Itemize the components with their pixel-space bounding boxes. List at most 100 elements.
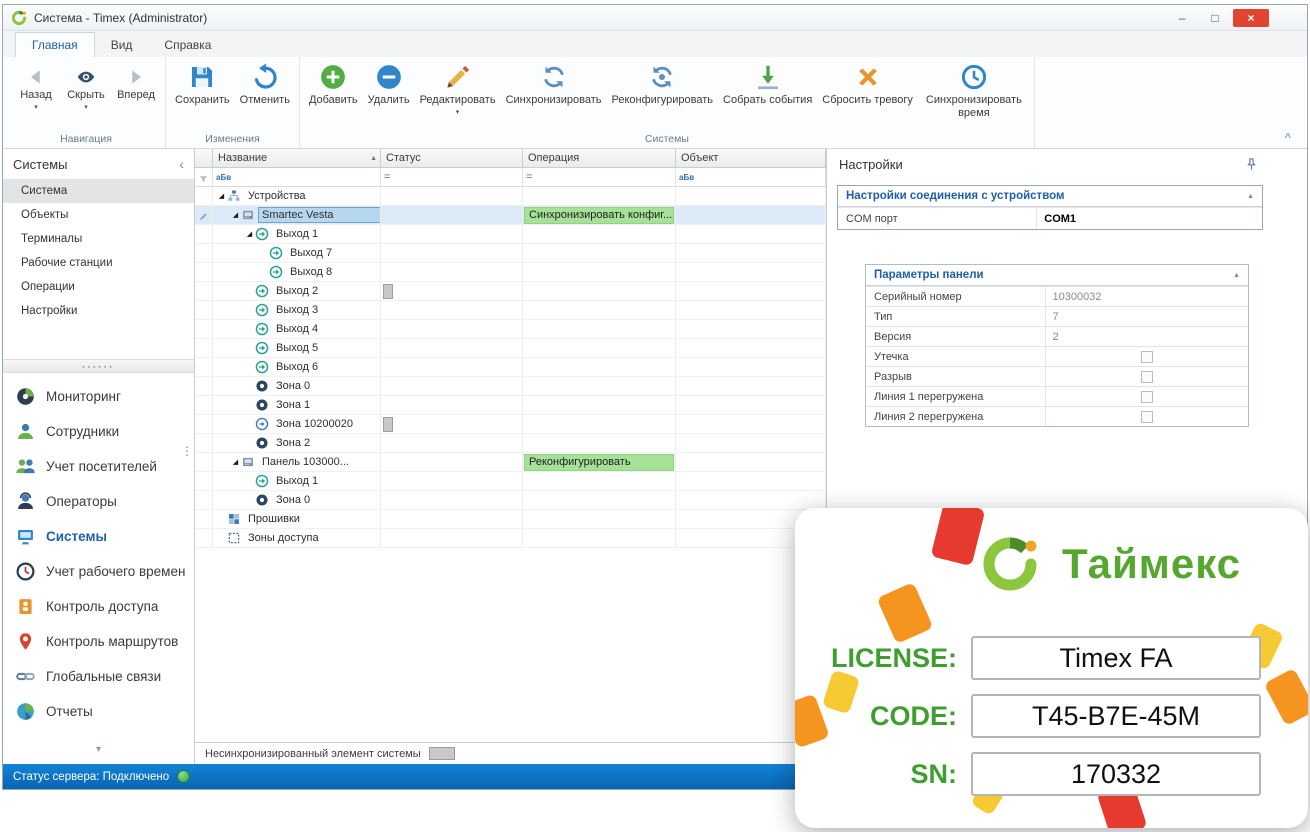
collapse-icon[interactable]: ▲ xyxy=(1247,193,1254,200)
property-value[interactable]: 7 xyxy=(1046,307,1248,326)
tree-row[interactable]: ◢Smartec VestaСинхронизировать конфиг... xyxy=(195,206,826,225)
sidebar-item[interactable]: Объекты xyxy=(3,203,194,227)
props-sections: Настройки соединения с устройством▲COM п… xyxy=(827,179,1307,427)
checkbox[interactable] xyxy=(1141,371,1153,383)
ribbon-button[interactable]: Назад▾ xyxy=(11,59,61,112)
property-value[interactable]: 2 xyxy=(1046,327,1248,346)
sidebar-overflow-chevron-icon[interactable]: ▾ xyxy=(3,744,194,764)
column-header[interactable]: Объект xyxy=(676,149,826,167)
status-cell xyxy=(381,434,523,452)
tree-row[interactable]: Выход 1 xyxy=(195,472,826,491)
module-item[interactable]: Контроль доступа xyxy=(3,589,194,624)
checkbox[interactable] xyxy=(1141,391,1153,403)
ribbon-button[interactable]: Вперед xyxy=(111,59,161,103)
module-item[interactable]: Контроль маршрутов xyxy=(3,624,194,659)
tree-row[interactable]: Выход 4 xyxy=(195,320,826,339)
tree-row[interactable]: ◢Выход 1 xyxy=(195,225,826,244)
module-item[interactable]: Глобальные связи xyxy=(3,659,194,694)
operation-cell xyxy=(523,377,676,395)
collapse-icon[interactable]: ▲ xyxy=(1233,272,1240,279)
tree-row-label: Выход 7 xyxy=(287,246,335,260)
tree-row[interactable]: Зона 1 xyxy=(195,396,826,415)
tree-row[interactable]: Зона 0 xyxy=(195,377,826,396)
property-value[interactable]: 10300032 xyxy=(1046,287,1248,306)
ribbon-button[interactable]: Удалить xyxy=(363,59,415,108)
module-item[interactable]: Системы xyxy=(3,519,194,554)
dropdown-arrow-icon: ▾ xyxy=(34,104,38,111)
close-button[interactable]: × xyxy=(1233,9,1269,27)
ribbon-button[interactable]: Синхронизировать xyxy=(501,59,607,108)
ribbon-button[interactable]: Реконфигурировать xyxy=(606,59,718,108)
ribbon-button[interactable]: Собрать события xyxy=(718,59,817,108)
tree-row[interactable]: Выход 3 xyxy=(195,301,826,320)
ribbon-tab[interactable]: Главная xyxy=(15,32,95,57)
object-cell xyxy=(676,244,826,262)
object-cell xyxy=(676,225,826,243)
monitoring-icon xyxy=(15,386,36,407)
module-item[interactable]: Сотрудники xyxy=(3,414,194,449)
filter-type-icon[interactable]: = xyxy=(526,171,532,183)
sidebar-item[interactable]: Система xyxy=(3,179,194,203)
tree-row-label: Выход 6 xyxy=(273,360,321,374)
legend-label: Несинхронизированный элемент системы xyxy=(205,748,421,760)
filter-type-icon[interactable]: = xyxy=(384,171,390,183)
tree-row[interactable]: Зона 0 xyxy=(195,491,826,510)
module-item[interactable]: Учет посетителей xyxy=(3,449,194,484)
ribbon-button[interactable]: Синхронизировать время xyxy=(918,59,1030,120)
column-header[interactable]: Название▲ xyxy=(213,149,381,167)
object-cell xyxy=(676,396,826,414)
sidebar-splitter[interactable]: ●●●●●● xyxy=(3,359,194,373)
ribbon-button[interactable]: Скрыть▾ xyxy=(61,59,111,112)
tree-row[interactable]: Зоны доступа xyxy=(195,529,826,548)
filter-cell[interactable]: = xyxy=(523,168,676,186)
minimize-button[interactable]: – xyxy=(1167,9,1197,27)
operation-chip: Синхронизировать конфиг... xyxy=(524,207,674,224)
row-indicator xyxy=(195,415,213,433)
panel-resize-handle[interactable]: ⋮ xyxy=(181,449,193,454)
filter-type-icon[interactable]: аБв xyxy=(679,173,694,182)
maximize-button[interactable]: □ xyxy=(1200,9,1230,27)
checkbox[interactable] xyxy=(1141,351,1153,363)
tree-row[interactable]: Выход 7 xyxy=(195,244,826,263)
tree-row[interactable]: Выход 6 xyxy=(195,358,826,377)
ribbon-button[interactable]: Сбросить тревогу xyxy=(817,59,918,108)
column-header[interactable]: Статус xyxy=(381,149,523,167)
operation-cell: Реконфигурировать xyxy=(523,453,676,471)
ribbon-collapse-icon[interactable]: ^ xyxy=(1285,132,1291,144)
module-item[interactable]: Мониторинг xyxy=(3,379,194,414)
column-header[interactable]: Операция xyxy=(523,149,676,167)
module-item[interactable]: Отчеты xyxy=(3,694,194,729)
tree-row[interactable]: ◢Панель 103000...Реконфигурировать xyxy=(195,453,826,472)
operation-cell xyxy=(523,472,676,490)
property-value[interactable]: COM1 xyxy=(1037,208,1262,229)
ribbon-button[interactable]: Редактировать▾ xyxy=(415,59,501,117)
object-cell xyxy=(676,491,826,509)
ribbon-tab[interactable]: Справка xyxy=(148,33,227,57)
sidebar-item[interactable]: Терминалы xyxy=(3,227,194,251)
checkbox[interactable] xyxy=(1141,411,1153,423)
pin-icon[interactable] xyxy=(1244,157,1259,172)
sidebar-item[interactable]: Операции xyxy=(3,275,194,299)
tree-row[interactable]: Зона 10200020 xyxy=(195,415,826,434)
tree-row[interactable]: Выход 8 xyxy=(195,263,826,282)
sidebar-item[interactable]: Рабочие станции xyxy=(3,251,194,275)
ribbon-button[interactable]: Сохранить xyxy=(170,59,235,108)
sidebar-item[interactable]: Настройки xyxy=(3,299,194,323)
ribbon-button[interactable]: Отменить xyxy=(235,59,295,108)
tree-row[interactable]: Зона 2 xyxy=(195,434,826,453)
filter-cell[interactable]: = xyxy=(381,168,523,186)
panel-icon xyxy=(241,455,255,469)
ribbon-tab[interactable]: Вид xyxy=(95,33,149,57)
filter-cell[interactable]: аБв xyxy=(676,168,826,186)
tree-row[interactable]: Выход 5 xyxy=(195,339,826,358)
ribbon-button[interactable]: Добавить xyxy=(304,59,363,108)
tree-row[interactable]: ◢Устройства xyxy=(195,187,826,206)
sidebar-collapse-icon[interactable]: ‹ xyxy=(179,156,184,172)
module-item[interactable]: Операторы xyxy=(3,484,194,519)
visitors-icon xyxy=(15,456,36,477)
tree-row[interactable]: Прошивки xyxy=(195,510,826,529)
filter-cell[interactable]: аБв xyxy=(213,168,381,186)
tree-row[interactable]: Выход 2 xyxy=(195,282,826,301)
module-item[interactable]: Учет рабочего времен xyxy=(3,554,194,589)
filter-type-icon[interactable]: аБв xyxy=(216,173,231,182)
